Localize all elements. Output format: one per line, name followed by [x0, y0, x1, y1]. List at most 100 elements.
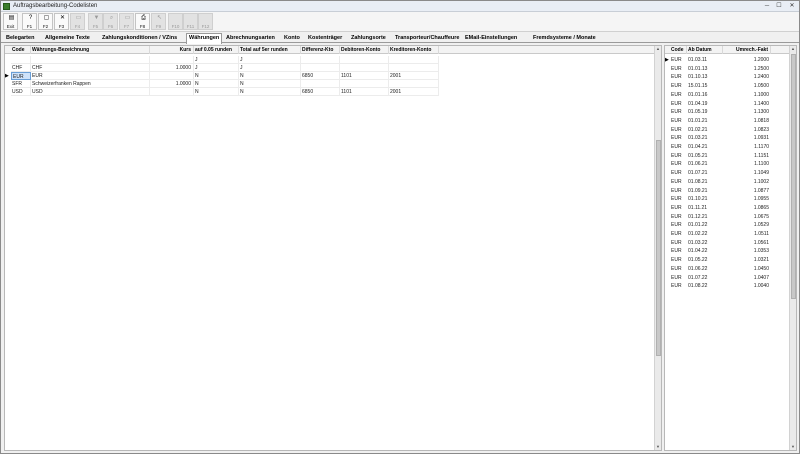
table-cell[interactable]: 01.04.21: [687, 143, 723, 151]
table-cell[interactable]: EUR: [670, 160, 687, 168]
table-cell[interactable]: 01.04.22: [687, 247, 723, 255]
table-cell[interactable]: [340, 56, 389, 64]
table-cell[interactable]: [301, 56, 340, 64]
table-row[interactable]: EUR 01.05.19 1.1300: [665, 108, 796, 116]
table-row[interactable]: EUR 01.09.21 1.0877: [665, 187, 796, 195]
tab-w-hrungen[interactable]: Währungen: [186, 33, 223, 44]
table-cell[interactable]: J: [194, 56, 239, 64]
scroll-thumb[interactable]: [656, 140, 661, 356]
table-cell[interactable]: 1.1170: [723, 143, 771, 151]
table-cell[interactable]: EUR: [670, 117, 687, 125]
table-row[interactable]: EUR 01.07.22 1.0407: [665, 274, 796, 282]
table-cell[interactable]: EUR: [670, 247, 687, 255]
table-cell[interactable]: [301, 64, 340, 72]
table-cell[interactable]: 01.09.21: [687, 187, 723, 195]
table-cell[interactable]: N: [239, 72, 301, 80]
scroll-up-icon[interactable]: ▲: [790, 46, 796, 52]
table-row[interactable]: EUR 01.11.21 1.0865: [665, 204, 796, 212]
table-cell[interactable]: USD: [31, 88, 150, 96]
table-cell[interactable]: 1.0511: [723, 230, 771, 238]
table-cell[interactable]: EUR: [670, 282, 687, 290]
table-cell[interactable]: 01.05.19: [687, 108, 723, 116]
table-row[interactable]: EUR 01.01.22 1.0529: [665, 221, 796, 229]
table-cell[interactable]: N: [194, 72, 239, 80]
column-header-code[interactable]: Code: [11, 46, 31, 54]
table-row[interactable]: EUR 01.06.22 1.0450: [665, 265, 796, 273]
table-cell[interactable]: [340, 80, 389, 88]
table-row[interactable]: EUR 01.04.21 1.1170: [665, 143, 796, 151]
table-cell[interactable]: EUR: [670, 265, 687, 273]
table-cell[interactable]: 1.0955: [723, 195, 771, 203]
table-row[interactable]: EUR 01.04.19 1.1400: [665, 100, 796, 108]
tab-belegarten[interactable]: Belegarten: [4, 34, 36, 43]
tab-transporteur-chauffeure[interactable]: Transporteur/Chauffeure: [393, 34, 461, 43]
table-cell[interactable]: 6850: [301, 72, 340, 80]
table-cell[interactable]: 01.12.21: [687, 213, 723, 221]
table-cell[interactable]: [389, 56, 439, 64]
table-cell[interactable]: EUR: [670, 178, 687, 186]
table-cell[interactable]: 1.0353: [723, 247, 771, 255]
table-cell[interactable]: EUR: [670, 56, 687, 64]
table-cell[interactable]: 01.01.16: [687, 91, 723, 99]
table-cell[interactable]: 1.0529: [723, 221, 771, 229]
table-cell[interactable]: EUR: [670, 91, 687, 99]
table-cell[interactable]: 01.02.22: [687, 230, 723, 238]
table-cell[interactable]: 1.0931: [723, 134, 771, 142]
table-cell[interactable]: 1.0675: [723, 213, 771, 221]
table-cell[interactable]: 01.03.21: [687, 134, 723, 142]
table-cell[interactable]: 2001: [389, 72, 439, 80]
table-cell[interactable]: 1.1000: [723, 91, 771, 99]
table-cell[interactable]: 1101: [340, 88, 389, 96]
tab-zahlungsorte[interactable]: Zahlungsorte: [349, 34, 388, 43]
table-cell[interactable]: J: [194, 64, 239, 72]
exchange-rate-grid-scrollbar[interactable]: ▲ ▼: [789, 46, 796, 450]
column-header-ab-datum[interactable]: Ab Datum: [687, 46, 723, 54]
table-cell[interactable]: 01.08.21: [687, 178, 723, 186]
table-cell[interactable]: 1.0877: [723, 187, 771, 195]
table-cell[interactable]: 01.08.22: [687, 282, 723, 290]
toolbar-button-f2[interactable]: ▢ F2: [38, 13, 53, 30]
column-header-debitoren-konto[interactable]: Debitoren-Konto: [340, 46, 389, 54]
table-cell[interactable]: 1.2000: [723, 56, 771, 64]
column-header-auf-0-05-runden[interactable]: auf 0.05 runden: [194, 46, 239, 54]
table-cell[interactable]: EUR: [11, 72, 31, 80]
table-row[interactable]: EUR 01.02.22 1.0511: [665, 230, 796, 238]
table-row[interactable]: EUR 01.03.22 1.0561: [665, 239, 796, 247]
table-cell[interactable]: 1.1300: [723, 108, 771, 116]
table-cell[interactable]: 01.01.21: [687, 117, 723, 125]
table-cell[interactable]: EUR: [670, 152, 687, 160]
table-cell[interactable]: 6850: [301, 88, 340, 96]
table-cell[interactable]: 1.0000: [150, 80, 194, 88]
table-cell[interactable]: EUR: [670, 100, 687, 108]
table-cell[interactable]: 01.02.21: [687, 126, 723, 134]
table-row[interactable]: EUR 01.10.21 1.0955: [665, 195, 796, 203]
table-cell[interactable]: EUR: [670, 169, 687, 177]
table-cell[interactable]: 1.0450: [723, 265, 771, 273]
table-row[interactable]: EUR 01.05.21 1.1151: [665, 152, 796, 160]
toolbar-button-f3[interactable]: ✕ F3: [54, 13, 69, 30]
table-cell[interactable]: 01.06.22: [687, 265, 723, 273]
table-cell[interactable]: EUR: [670, 126, 687, 134]
table-cell[interactable]: CHF: [31, 64, 150, 72]
table-cell[interactable]: CHF: [11, 64, 31, 72]
table-row[interactable]: EUR 01.10.13 1.2400: [665, 73, 796, 81]
table-cell[interactable]: 1.0000: [150, 64, 194, 72]
tab-abrechnungsarten[interactable]: Abrechnungsarten: [224, 34, 277, 43]
table-row[interactable]: EUR 01.03.21 1.0931: [665, 134, 796, 142]
table-cell[interactable]: 01.03.11: [687, 56, 723, 64]
table-cell[interactable]: [150, 88, 194, 96]
table-cell[interactable]: 1.1400: [723, 100, 771, 108]
table-cell[interactable]: EUR: [670, 82, 687, 90]
table-cell[interactable]: 1.0321: [723, 256, 771, 264]
table-cell[interactable]: 1.1049: [723, 169, 771, 177]
table-cell[interactable]: N: [239, 88, 301, 96]
table-cell[interactable]: 01.05.22: [687, 256, 723, 264]
tab-konto[interactable]: Konto: [282, 34, 302, 43]
column-header-code[interactable]: Code: [670, 46, 687, 54]
close-button[interactable]: ✕: [787, 2, 797, 10]
table-cell[interactable]: 01.07.22: [687, 274, 723, 282]
table-cell[interactable]: EUR: [670, 65, 687, 73]
column-header-w-hrungs-bezeichnung[interactable]: Währungs-Bezeichnung: [31, 46, 150, 54]
scroll-up-icon[interactable]: ▲: [655, 46, 661, 52]
table-cell[interactable]: [389, 64, 439, 72]
